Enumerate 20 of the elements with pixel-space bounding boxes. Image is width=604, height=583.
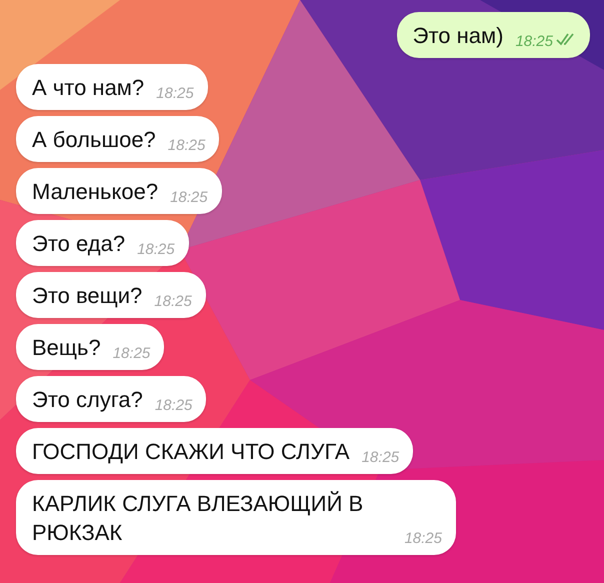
message-text: А что нам? bbox=[32, 74, 144, 102]
message-time: 18:25 bbox=[137, 241, 175, 258]
message-time: 18:25 bbox=[362, 449, 400, 466]
message-time: 18:25 bbox=[168, 137, 206, 154]
message-text: Маленькое? bbox=[32, 178, 158, 206]
message-time: 18:25 bbox=[156, 85, 194, 102]
message-time: 18:25 bbox=[154, 397, 192, 414]
message-time: 18:25 bbox=[515, 33, 553, 50]
message-text: Это еда? bbox=[32, 230, 126, 258]
message-time: 18:25 bbox=[154, 293, 192, 310]
message-text: Вещь? bbox=[32, 334, 101, 362]
message-text: КАРЛИК СЛУГА ВЛЕЗАЮЩИЙ В РЮКЗАК bbox=[32, 490, 364, 547]
message-time: 18:25 bbox=[404, 530, 442, 547]
message-text: Это вещи? bbox=[32, 282, 142, 310]
message-text: А большое? bbox=[32, 126, 156, 154]
message-text: Это слуга? bbox=[32, 386, 143, 414]
message-text: Это нам) bbox=[412, 22, 504, 50]
message-time: 18:25 bbox=[170, 189, 208, 206]
message-time: 18:25 bbox=[112, 345, 150, 362]
message-text: ГОСПОДИ СКАЖИ ЧТО СЛУГА bbox=[32, 438, 350, 466]
